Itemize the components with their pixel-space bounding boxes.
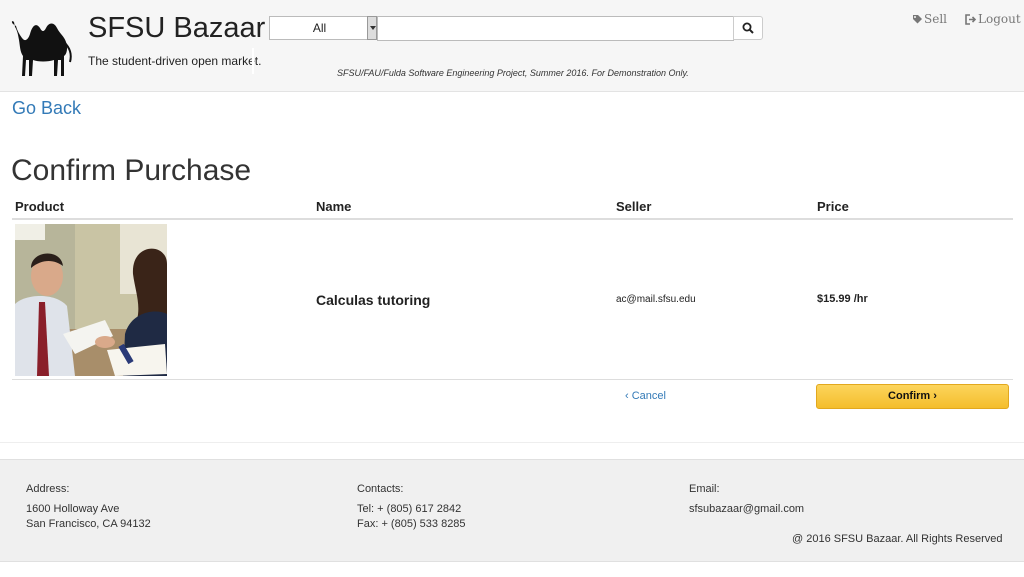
table-header-divider	[12, 218, 1013, 220]
camel-logo[interactable]	[8, 10, 74, 78]
cancel-button[interactable]: ‹ Cancel	[625, 390, 666, 402]
chevron-left-icon: ‹	[625, 390, 632, 402]
address-line-2: San Francisco, CA 94132	[26, 518, 151, 530]
footer-divider	[0, 442, 1024, 443]
copyright: @ 2016 SFSU Bazaar. All Rights Reserved	[792, 533, 1003, 545]
sell-link[interactable]: Sell	[912, 12, 947, 26]
chevron-down-icon[interactable]	[367, 16, 377, 40]
table-row-divider	[12, 379, 1013, 380]
logout-label: Logout	[978, 12, 1021, 26]
contact-tel: Tel: + (805) 617 2842	[357, 503, 462, 515]
column-header-price: Price	[817, 199, 849, 214]
confirm-button[interactable]: Confirm ›	[816, 384, 1009, 409]
search-button[interactable]	[733, 16, 763, 40]
contact-fax: Fax: + (805) 533 8285	[357, 518, 466, 530]
email-label: Email:	[689, 483, 720, 495]
logout-link[interactable]: Logout	[965, 12, 1021, 26]
product-name: Calculas tutoring	[316, 292, 431, 308]
go-back-link[interactable]: Go Back	[12, 98, 81, 119]
address-label: Address:	[26, 483, 70, 495]
product-image	[15, 224, 167, 376]
contacts-label: Contacts:	[357, 483, 404, 495]
site-footer: Address: 1600 Holloway Ave San Francisco…	[0, 459, 1024, 562]
column-header-product: Product	[15, 199, 65, 214]
tag-icon	[913, 15, 922, 24]
brand-title[interactable]: SFSU Bazaar	[88, 12, 265, 45]
sign-out-icon	[965, 14, 977, 25]
confirm-label: Confirm	[888, 390, 931, 402]
sell-label: Sell	[924, 12, 947, 26]
product-price: $15.99 /hr	[817, 293, 868, 305]
contact-email[interactable]: sfsubazaar@gmail.com	[689, 503, 804, 515]
seller-email: ac@mail.sfsu.edu	[616, 294, 696, 305]
column-header-seller: Seller	[616, 199, 652, 214]
page-title: Confirm Purchase	[11, 154, 252, 187]
divider	[252, 48, 254, 74]
project-disclaimer: SFSU/FAU/Fulda Software Engineering Proj…	[337, 68, 689, 78]
category-select[interactable]: All	[269, 16, 377, 40]
search-input[interactable]	[377, 16, 734, 41]
column-header-name: Name	[316, 199, 352, 214]
category-select-value: All	[312, 21, 327, 35]
brand-block: SFSU Bazaar The student-driven open mark…	[84, 8, 265, 74]
chevron-right-icon: ›	[930, 390, 937, 402]
brand-tagline: The student-driven open market.	[88, 54, 262, 68]
cancel-label: Cancel	[631, 390, 666, 402]
site-header: SFSU Bazaar The student-driven open mark…	[0, 0, 1024, 92]
address-line-1: 1600 Holloway Ave	[26, 503, 120, 515]
search-icon	[742, 22, 754, 34]
